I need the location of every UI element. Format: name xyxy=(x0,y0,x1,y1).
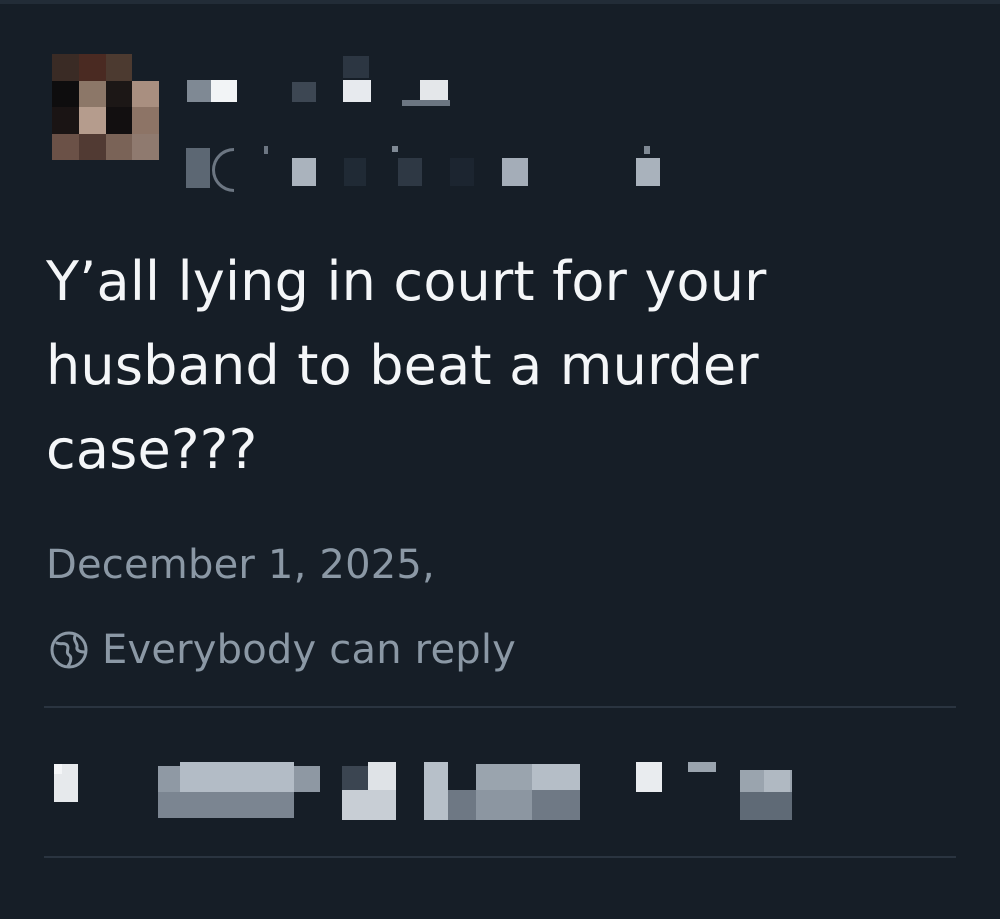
globe-icon xyxy=(48,629,90,671)
reply-setting-label: Everybody can reply xyxy=(102,627,517,673)
engagement-stats-redacted[interactable] xyxy=(44,740,956,840)
post-date[interactable]: December 1, 2025, xyxy=(46,542,435,588)
avatar[interactable] xyxy=(52,54,159,160)
divider-top xyxy=(44,706,956,708)
top-rule xyxy=(0,0,1000,4)
post-text: Y’all lying in court for your husband to… xyxy=(46,250,767,481)
divider-bottom xyxy=(44,856,956,858)
reply-setting[interactable]: Everybody can reply xyxy=(48,624,516,676)
